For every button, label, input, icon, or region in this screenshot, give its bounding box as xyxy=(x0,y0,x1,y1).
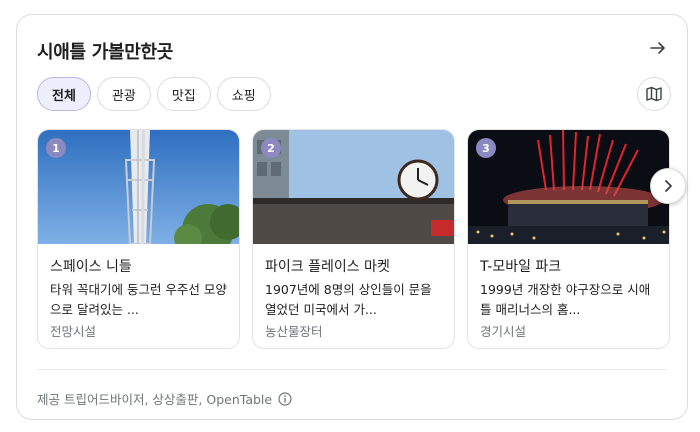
card-category: 경기시설 xyxy=(480,324,527,339)
chip-sightseeing[interactable]: 관광 xyxy=(96,77,151,111)
more-arrow-button[interactable] xyxy=(647,37,669,59)
source-text: 제공 트립어드바이저, 상상출판, OpenTable xyxy=(37,392,273,407)
card-description: 1907년에 8명의 상인들이 문을 열었던 미국에서 가... xyxy=(265,282,432,317)
chevron-right-icon xyxy=(665,180,672,192)
info-icon[interactable] xyxy=(278,391,292,406)
card-category: 전망시설 xyxy=(50,324,97,339)
card-description: 타워 꼭대기에 둥그런 우주선 모양으로 달려있는 ... xyxy=(50,282,227,317)
rank-badge: 3 xyxy=(476,138,496,158)
rank-badge: 1 xyxy=(46,138,66,158)
panel-title: 시애틀 가볼만한곳 xyxy=(37,42,174,63)
arrow-right-icon xyxy=(650,42,665,54)
t-mobile-park-image: 3 xyxy=(468,130,669,244)
filter-chips: 전체 관광 맛집 쇼핑 xyxy=(37,77,271,111)
card-t-mobile-park[interactable]: 3 T-모바일 파크 1999년 개장한 야구장으로 시애틀 매리너스의 홈..… xyxy=(467,129,670,349)
card-pike-place-market[interactable]: 2 파이크 플레이스 마켓 1907년에 8명의 상인들이 문을 열었던 미국에… xyxy=(252,129,455,349)
map-button[interactable] xyxy=(637,77,671,111)
chip-shopping[interactable]: 쇼핑 xyxy=(216,77,271,111)
chip-all[interactable]: 전체 xyxy=(37,77,91,111)
card-category: 농산물장터 xyxy=(265,324,323,339)
card-name: 스페이스 니들 xyxy=(50,259,132,275)
card-description: 1999년 개장한 야구장으로 시애틀 매리너스의 홈... xyxy=(480,282,651,317)
divider xyxy=(37,369,667,370)
chip-food[interactable]: 맛집 xyxy=(156,77,211,111)
map-icon xyxy=(646,86,662,102)
pike-place-image: 2 xyxy=(253,130,454,244)
card-space-needle[interactable]: 1 스페이스 니들 타워 꼭대기에 둥그런 우주선 모양으로 달려있는 ... … xyxy=(37,129,240,349)
card-name: 파이크 플레이스 마켓 xyxy=(265,259,390,275)
source-attribution: 제공 트립어드바이저, 상상출판, OpenTable xyxy=(37,389,292,408)
rank-badge: 2 xyxy=(261,138,281,158)
carousel-next-button[interactable] xyxy=(650,168,686,204)
card-name: T-모바일 파크 xyxy=(480,259,562,275)
space-needle-image: 1 xyxy=(38,130,239,244)
attractions-panel: 시애틀 가볼만한곳 전체 관광 맛집 쇼핑 1 스페이스 니들 타워 꼭대기에 … xyxy=(16,14,688,420)
card-carousel: 1 스페이스 니들 타워 꼭대기에 둥그런 우주선 모양으로 달려있는 ... … xyxy=(37,129,670,349)
